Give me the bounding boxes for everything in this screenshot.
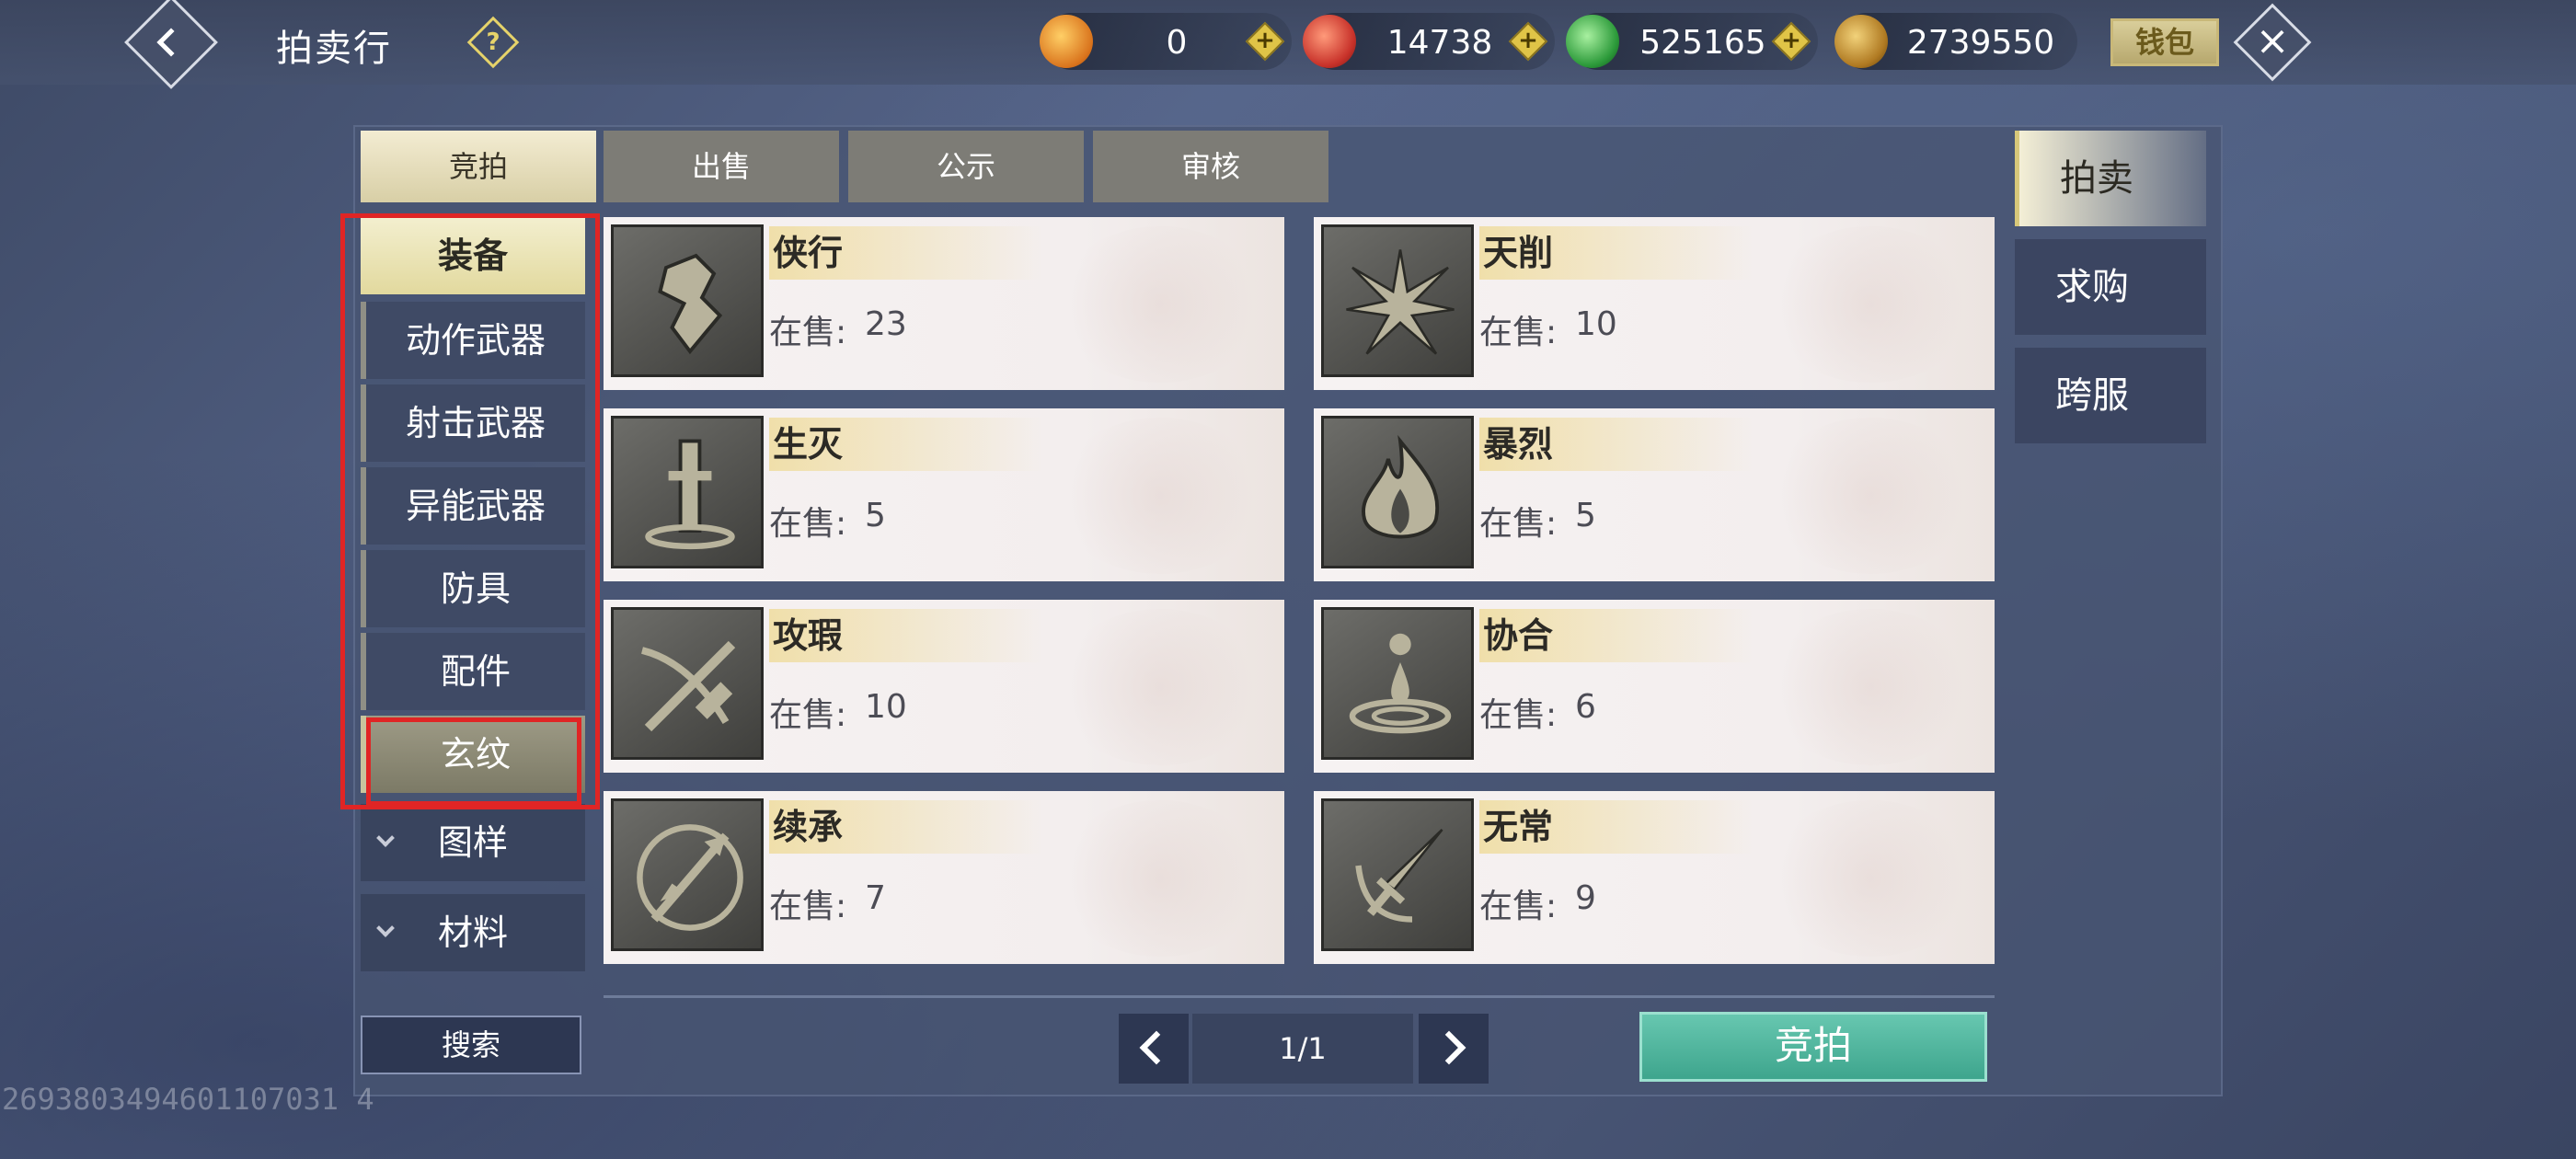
category-melee-weapon[interactable]: 动作武器 <box>361 302 585 379</box>
red-swirl-coin-icon <box>1303 15 1356 68</box>
item-name: 天削 <box>1479 226 1755 280</box>
back-arrow-icon <box>156 28 186 57</box>
item-name: 协合 <box>1479 609 1755 662</box>
category-armor[interactable]: 防具 <box>361 550 585 627</box>
add-currency-button[interactable]: + <box>1508 21 1548 62</box>
stock-count: 23 <box>865 305 907 343</box>
stock-count: 10 <box>1575 305 1617 343</box>
watermark-text: 2693803494601107031 4 <box>2 1082 374 1117</box>
currency-amount: 2739550 <box>1906 24 2055 62</box>
tab-sell[interactable]: 出售 <box>604 131 839 202</box>
item-card[interactable]: 无常 在售: 9 <box>1314 791 1995 964</box>
pillar-icon <box>611 416 764 568</box>
add-currency-button[interactable]: + <box>1245 21 1285 62</box>
item-card[interactable]: 暴烈 在售: 5 <box>1314 408 1995 581</box>
stock-count: 5 <box>1575 497 1596 534</box>
currency-amount: 525165 <box>1639 24 1766 62</box>
card-decoration <box>1765 800 1976 957</box>
card-decoration <box>1765 226 1976 383</box>
chevron-right-icon <box>1432 1030 1466 1065</box>
wallet-button[interactable]: 钱包 <box>2110 18 2219 66</box>
stock-label: 在售: <box>1479 888 1558 925</box>
tab-review[interactable]: 审核 <box>1093 131 1328 202</box>
category-material[interactable]: 材料 <box>361 894 585 971</box>
category-rune[interactable]: 玄纹 <box>361 716 585 793</box>
item-name: 暴烈 <box>1479 418 1755 471</box>
currency-slot: 2739550 <box>1834 13 2077 70</box>
card-decoration <box>1054 418 1266 574</box>
stock-count: 6 <box>1575 688 1596 726</box>
chevron-down-icon <box>376 829 395 847</box>
category-ability-weapon[interactable]: 异能武器 <box>361 467 585 545</box>
tab-publicity[interactable]: 公示 <box>848 131 1084 202</box>
page-title: 拍卖行 <box>276 28 392 70</box>
add-currency-button[interactable]: + <box>1771 21 1811 62</box>
item-name: 侠行 <box>769 226 1045 280</box>
footer-divider <box>604 995 1995 998</box>
side-tab-cross-server[interactable]: 跨服 <box>2015 348 2206 443</box>
item-name: 无常 <box>1479 800 1755 854</box>
stock-label: 在售: <box>769 888 847 925</box>
item-card[interactable]: 侠行 在售: 23 <box>604 217 1284 390</box>
stock-label: 在售: <box>769 505 847 543</box>
green-jade-coin-icon <box>1566 15 1619 68</box>
stock-label: 在售: <box>769 314 847 351</box>
card-decoration <box>1765 418 1976 574</box>
item-name: 生灭 <box>769 418 1045 471</box>
next-page-button[interactable] <box>1419 1014 1489 1084</box>
card-decoration <box>1765 609 1976 765</box>
stock-count: 5 <box>865 497 886 534</box>
currency-slot: 0 + <box>1040 13 1292 70</box>
chevron-left-icon <box>1139 1030 1174 1065</box>
currency-amount: 14738 <box>1386 24 1493 62</box>
stock-label: 在售: <box>1479 505 1558 543</box>
flame-icon <box>1321 416 1474 568</box>
water-drop-icon <box>1321 607 1474 760</box>
stock-count: 7 <box>865 879 886 917</box>
gold-leaf-coin-icon <box>1834 15 1888 68</box>
star-burst-icon <box>1321 224 1474 377</box>
prev-page-button[interactable] <box>1119 1014 1189 1084</box>
item-card[interactable]: 续承 在售: 7 <box>604 791 1284 964</box>
currency-slot: 525165 + <box>1566 13 1818 70</box>
stock-label: 在售: <box>1479 696 1558 734</box>
card-decoration <box>1054 226 1266 383</box>
category-label: 材料 <box>437 912 508 953</box>
page-indicator: 1/1 <box>1192 1014 1413 1084</box>
arrow-shield-icon <box>611 798 764 951</box>
close-icon: × <box>2255 17 2290 64</box>
item-card[interactable]: 协合 在售: 6 <box>1314 600 1995 773</box>
stock-label: 在售: <box>769 696 847 734</box>
card-decoration <box>1054 609 1266 765</box>
category-ranged-weapon[interactable]: 射击武器 <box>361 384 585 462</box>
side-tab-auction[interactable]: 拍卖 <box>2015 131 2206 226</box>
hand-emblem-icon <box>611 224 764 377</box>
side-tab-wanted[interactable]: 求购 <box>2015 239 2206 335</box>
item-card[interactable]: 攻瑕 在售: 10 <box>604 600 1284 773</box>
item-name: 续承 <box>769 800 1045 854</box>
category-label: 图样 <box>437 822 508 863</box>
currency-slot: 14738 + <box>1303 13 1555 70</box>
card-decoration <box>1054 800 1266 957</box>
item-name: 攻瑕 <box>769 609 1045 662</box>
chevron-down-icon <box>376 919 395 937</box>
category-accessory[interactable]: 配件 <box>361 633 585 710</box>
bid-button[interactable]: 竞拍 <box>1639 1012 1987 1082</box>
stock-count: 9 <box>1575 879 1596 917</box>
stock-label: 在售: <box>1479 314 1558 351</box>
item-card[interactable]: 天削 在售: 10 <box>1314 217 1995 390</box>
dagger-icon <box>1321 798 1474 951</box>
tab-bid[interactable]: 竞拍 <box>361 131 596 202</box>
category-blueprint[interactable]: 图样 <box>361 804 585 881</box>
crossbow-icon <box>611 607 764 760</box>
item-card[interactable]: 生灭 在售: 5 <box>604 408 1284 581</box>
stock-count: 10 <box>865 688 907 726</box>
orange-flame-coin-icon <box>1040 15 1093 68</box>
search-button[interactable]: 搜索 <box>361 1016 581 1074</box>
category-equipment[interactable]: 装备 <box>361 217 585 294</box>
currency-amount: 0 <box>1166 24 1188 62</box>
